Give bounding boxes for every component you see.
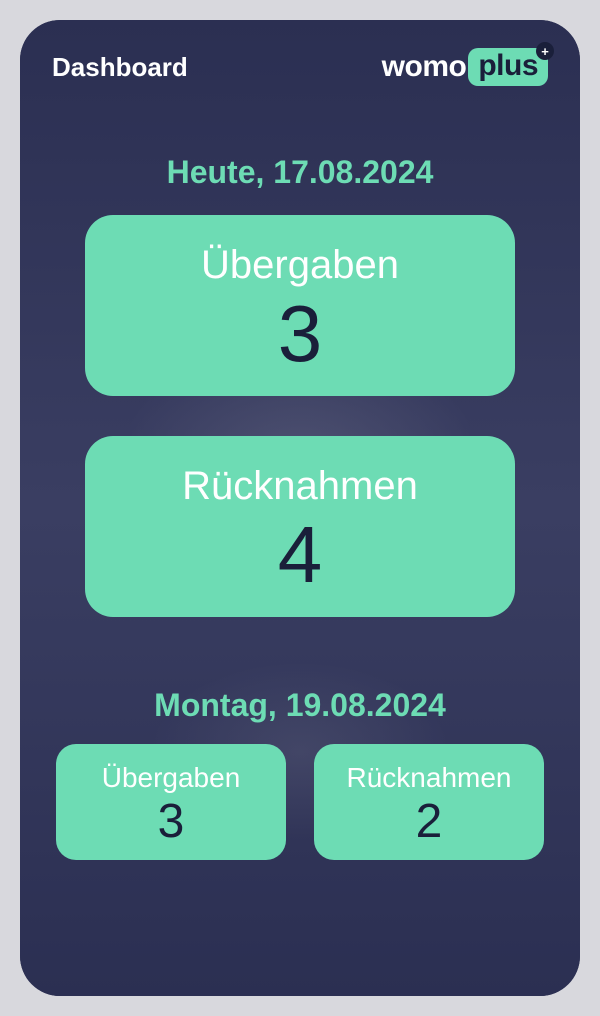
handovers-nextday-card[interactable]: Übergaben 3 <box>56 744 286 860</box>
device-frame: Dashboard womo plus + Heute, 17.08.2024 … <box>10 10 590 1006</box>
nextday-row: Übergaben 3 Rücknahmen 2 <box>56 744 544 860</box>
returns-today-label: Rücknahmen <box>182 464 418 509</box>
content: Dashboard womo plus + Heute, 17.08.2024 … <box>20 20 580 996</box>
handovers-nextday-label: Übergaben <box>102 762 241 794</box>
returns-today-card[interactable]: Rücknahmen 4 <box>85 436 515 617</box>
header: Dashboard womo plus + <box>20 20 580 106</box>
page-title: Dashboard <box>52 52 188 83</box>
main: Heute, 17.08.2024 Übergaben 3 Rücknahmen… <box>20 106 580 996</box>
nextday-heading: Montag, 19.08.2024 <box>154 687 446 724</box>
screen: Dashboard womo plus + Heute, 17.08.2024 … <box>20 20 580 996</box>
handovers-nextday-value: 3 <box>158 798 185 846</box>
returns-today-value: 4 <box>278 515 323 595</box>
handovers-today-card[interactable]: Übergaben 3 <box>85 215 515 396</box>
handovers-today-label: Übergaben <box>201 243 399 288</box>
logo-badge: plus + <box>468 48 548 86</box>
plus-icon: + <box>536 42 554 60</box>
returns-nextday-value: 2 <box>416 798 443 846</box>
returns-nextday-card[interactable]: Rücknahmen 2 <box>314 744 544 860</box>
returns-nextday-label: Rücknahmen <box>347 762 512 794</box>
logo-prefix: womo <box>382 50 467 84</box>
handovers-today-value: 3 <box>278 294 323 374</box>
logo-suffix: plus <box>478 49 538 83</box>
logo[interactable]: womo plus + <box>382 48 548 86</box>
today-heading: Heute, 17.08.2024 <box>167 154 434 191</box>
